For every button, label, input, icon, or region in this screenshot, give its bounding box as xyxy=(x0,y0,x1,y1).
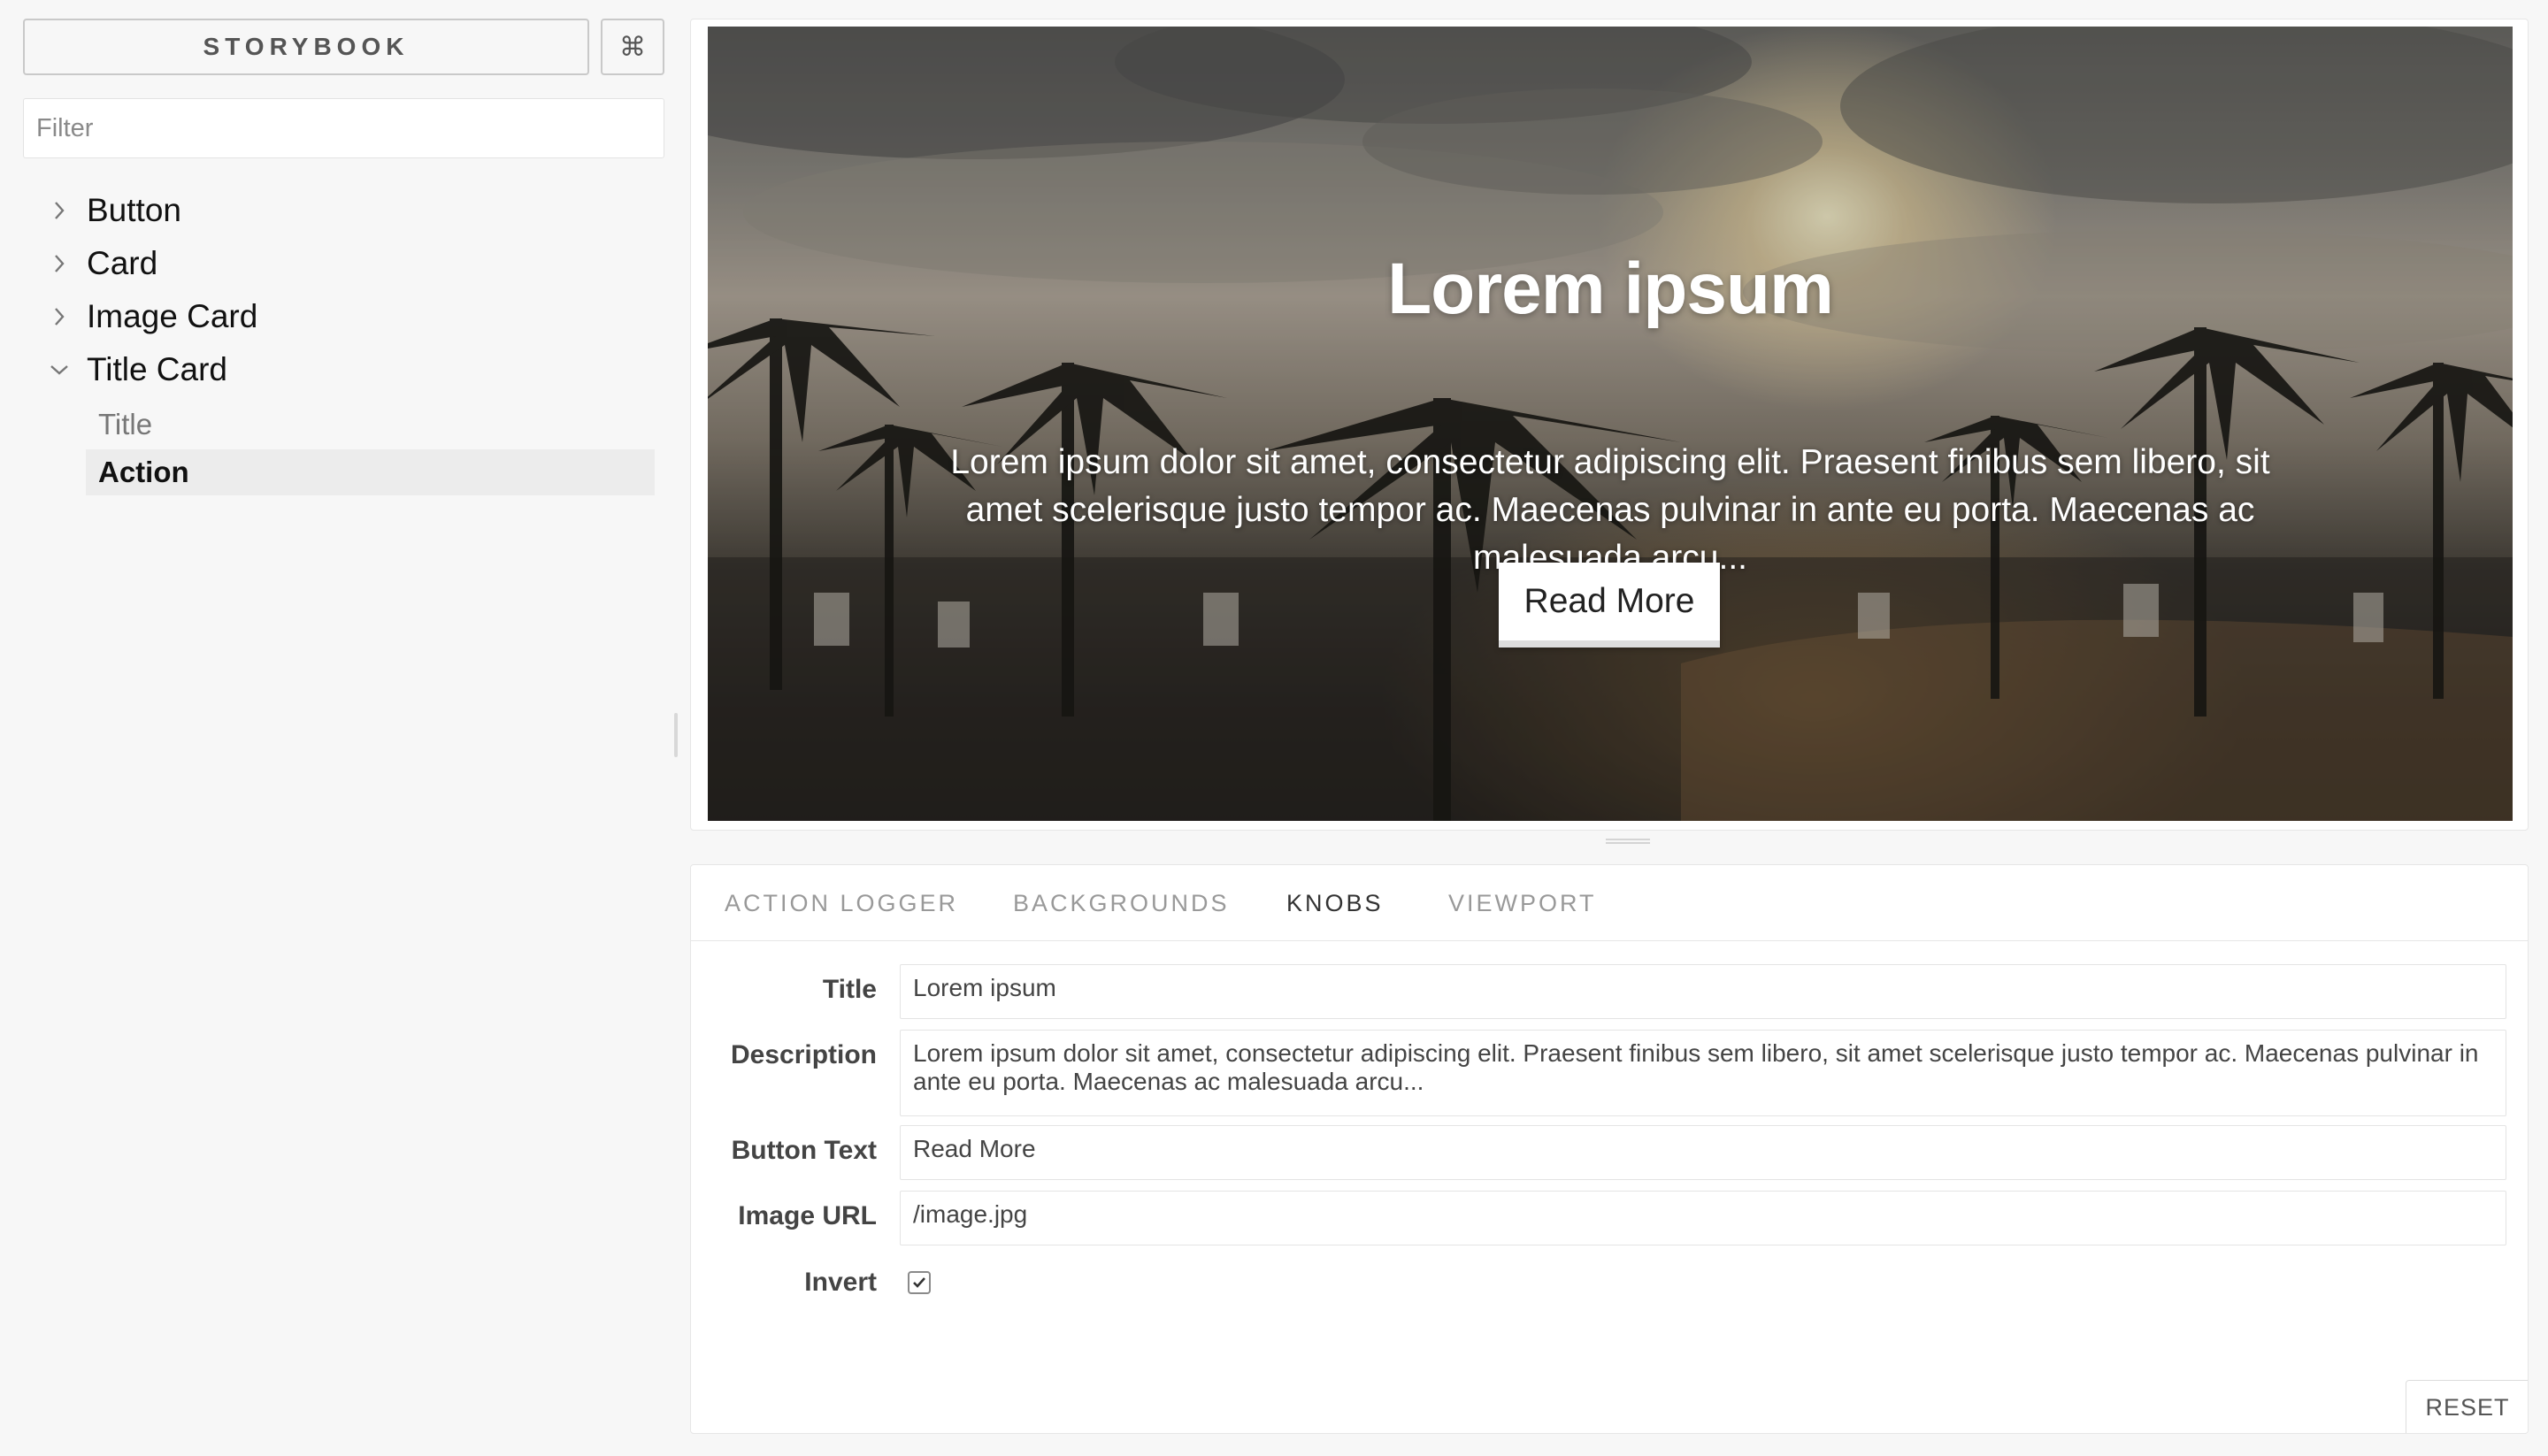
checkmark-icon xyxy=(913,1277,925,1288)
sidebar-resize-handle[interactable] xyxy=(674,713,678,757)
title-knob-input[interactable] xyxy=(900,964,2506,1019)
read-more-button[interactable]: Read More xyxy=(1499,563,1720,648)
story-item-title[interactable]: Title xyxy=(86,402,655,448)
card-title: Lorem ipsum xyxy=(1387,249,1834,329)
chevron-down-icon xyxy=(44,355,74,385)
reset-button[interactable]: RESET xyxy=(2406,1380,2528,1433)
knob-label-description: Description xyxy=(730,1040,877,1069)
tab-knobs[interactable]: KNOBS xyxy=(1286,865,1384,941)
addons-panel: ACTION LOGGER BACKGROUNDS KNOBS VIEWPORT… xyxy=(690,864,2529,1434)
addons-tabs: ACTION LOGGER BACKGROUNDS KNOBS VIEWPORT xyxy=(691,865,2528,941)
tree-item-image-card[interactable]: Image Card xyxy=(44,294,257,340)
chevron-right-icon xyxy=(44,195,74,226)
tree-item-card[interactable]: Card xyxy=(44,241,157,287)
chevron-right-icon xyxy=(44,302,74,332)
image-overlay xyxy=(708,27,2513,821)
story-item-action[interactable]: Action xyxy=(86,449,655,495)
tab-action-logger[interactable]: ACTION LOGGER xyxy=(725,865,958,941)
title-card-preview: Lorem ipsum Lorem ipsum dolor sit amet, … xyxy=(708,27,2513,821)
image-url-knob-input[interactable] xyxy=(900,1191,2506,1245)
knob-label-image-url: Image URL xyxy=(738,1201,877,1230)
tab-viewport[interactable]: VIEWPORT xyxy=(1448,865,1597,941)
tab-backgrounds[interactable]: BACKGROUNDS xyxy=(1013,865,1230,941)
tree-item-title-card[interactable]: Title Card xyxy=(44,347,227,393)
tree-item-label: Card xyxy=(87,245,158,281)
description-knob-input[interactable] xyxy=(900,1030,2506,1116)
knob-label-button-text: Button Text xyxy=(731,1136,877,1165)
storybook-brand-button[interactable]: STORYBOOK xyxy=(23,19,589,75)
tree-item-label: Title Card xyxy=(87,351,228,387)
tree-item-label: Image Card xyxy=(87,298,258,334)
tree-item-label: Button xyxy=(87,192,181,228)
filter-input[interactable] xyxy=(23,98,664,158)
knob-label-invert: Invert xyxy=(804,1268,877,1297)
invert-checkbox[interactable] xyxy=(908,1271,931,1294)
card-description: Lorem ipsum dolor sit amet, consectetur … xyxy=(950,443,2270,577)
keyboard-shortcuts-button[interactable]: ⌘ xyxy=(601,19,664,75)
command-icon: ⌘ xyxy=(619,32,646,62)
tree-item-button[interactable]: Button xyxy=(44,188,181,234)
button-text-knob-input[interactable] xyxy=(900,1125,2506,1180)
knob-label-title: Title xyxy=(822,975,877,1004)
chevron-right-icon xyxy=(44,249,74,279)
panel-resize-handle[interactable] xyxy=(1606,839,1650,844)
sidebar: STORYBOOK ⌘ Button Card Image Card xyxy=(0,0,681,1456)
